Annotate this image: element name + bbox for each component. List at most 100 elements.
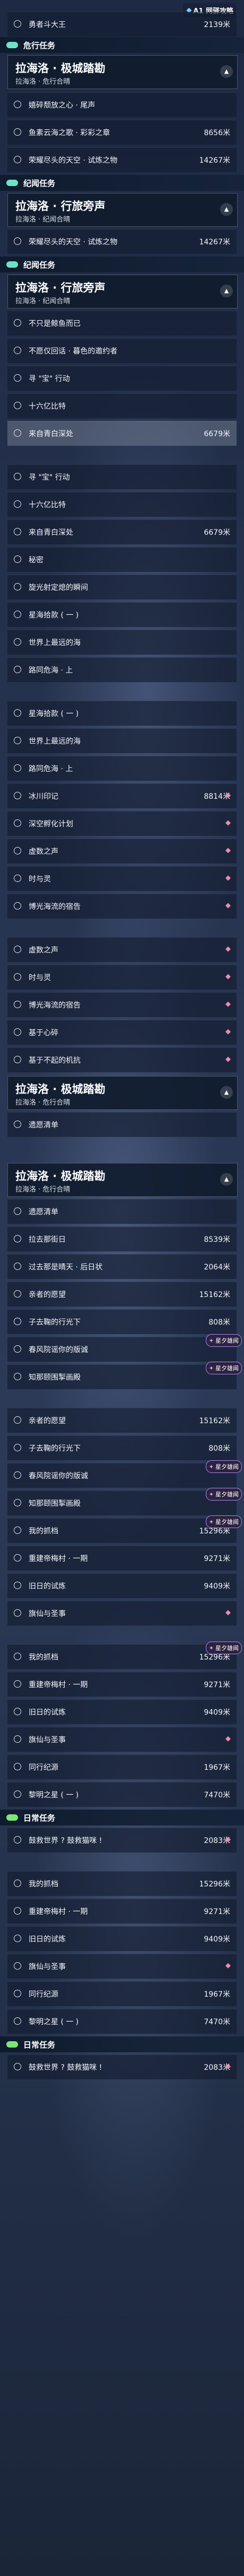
quest-row[interactable]: 旧日的试炼 9409米 — [7, 1699, 237, 1724]
quest-status-circle-icon — [14, 875, 21, 882]
quest-row[interactable]: 同行纪源 1967米 — [7, 1981, 237, 2006]
quest-row[interactable]: 旗仙与圣事 ◆ — [7, 1601, 237, 1626]
quest-row[interactable]: 鱼素云海之歌 · 彩彩之章 8656米 — [7, 120, 237, 145]
quest-row[interactable]: 春风院谣你的版诚 ✦ 星夕雄闻 — [7, 1460, 242, 1488]
quest-name: 旗仙与圣事 — [29, 1963, 66, 1971]
quest-status-circle-icon — [14, 1121, 21, 1128]
event-badge-text: 星夕雄闻 — [215, 1519, 239, 1525]
quest-row[interactable]: 虚数之声 ◆ — [7, 937, 237, 962]
quest-group-header[interactable]: 拉海洛 · 行旅旁声 拉海洛 · 纪闻合晴 ▲ — [7, 193, 238, 227]
quest-name: 过去那是晴天 · 后日状 — [29, 1263, 103, 1272]
quest-status-circle-icon — [14, 1790, 21, 1798]
quest-status-circle-icon — [14, 1416, 21, 1424]
quest-row[interactable]: 寻 "宝" 行动 — [7, 366, 237, 391]
quest-status-circle-icon — [14, 1609, 21, 1617]
quest-row[interactable]: 子去鞠的行光下 808米 — [7, 1309, 237, 1334]
quest-row[interactable]: 重建帝梅村 · 一期 9271米 — [7, 1899, 237, 1924]
quest-row[interactable]: 来自青白深处 6679米 — [7, 421, 237, 446]
quest-distance: 2139米 — [204, 21, 230, 29]
quest-row[interactable]: 星海拾款 ( 一 ) — [7, 701, 237, 726]
quest-row[interactable]: 亲者的愿望 15162米 — [7, 1282, 237, 1307]
quest-row[interactable]: 博光海流的宿告 ◆ — [7, 992, 237, 1017]
quest-status-circle-icon — [14, 1836, 21, 1843]
quest-row[interactable]: 我的抓档 15296米 ✦ 星夕雄闻 — [7, 1515, 242, 1543]
quest-row[interactable]: 同行纪源 1967米 — [7, 1754, 237, 1779]
quest-status-circle-icon — [14, 847, 21, 854]
quest-row[interactable]: 黎明之星 ( 一 ) 7470米 — [7, 1782, 237, 1807]
quest-status-circle-icon — [14, 1028, 21, 1036]
chevron-up-icon[interactable]: ▲ — [220, 65, 233, 78]
quest-group-header[interactable]: 拉海洛 · 行旅旁声 拉海洛 · 纪闻合晴 ▲ — [7, 275, 238, 308]
quest-row[interactable]: 勇者斗大王 2139米 — [7, 12, 237, 37]
quest-row[interactable]: 基于不起的机抗 ◆ — [7, 1047, 237, 1072]
quest-row[interactable]: 重建帝梅村 · 一期 9271米 — [7, 1546, 237, 1571]
quest-status-circle-icon — [14, 1763, 21, 1770]
chevron-up-icon[interactable]: ▲ — [220, 285, 233, 297]
quest-row[interactable]: 路同危海 · 上 — [7, 657, 237, 682]
quest-row[interactable]: 黎明之星 ( 一 ) 7470米 — [7, 2009, 237, 2034]
quest-name: 亲者的愿望 — [29, 1417, 66, 1425]
quest-row[interactable]: 不愿仅回话 · 暮色的邀约者 — [7, 338, 237, 363]
quest-row[interactable]: 不只是鲸鱼而已 — [7, 311, 237, 336]
map-marker-icon: ◆ — [225, 1962, 231, 1970]
quest-row[interactable]: 鼓救世界 ? 鼓救猫咪 ! 2083米 ◆ — [7, 1828, 237, 1852]
chevron-up-icon[interactable]: ▲ — [220, 203, 233, 216]
quest-row[interactable]: 星海拾款 ( 一 ) — [7, 602, 237, 627]
chevron-up-icon[interactable]: ▲ — [220, 1173, 233, 1186]
quest-distance: 9271米 — [204, 1908, 230, 1916]
quest-group-header[interactable]: 拉海洛 · 极城踏勘 拉海洛 · 危行合晴 ▲ — [7, 1076, 238, 1110]
quest-distance: 6679米 — [204, 430, 230, 438]
quest-row[interactable]: 冰川印记 8814米 ◆ — [7, 783, 237, 808]
quest-row[interactable]: 寻 "宝" 行动 — [7, 464, 237, 489]
quest-group-header[interactable]: 拉海洛 · 极城踏勘 拉海洛 · 危行合晴 ▲ — [7, 55, 238, 89]
quest-row[interactable]: 博光海流的宿告 ◆ — [7, 894, 237, 919]
quest-row[interactable]: 深空孵化计划 ◆ — [7, 811, 237, 836]
quest-row[interactable]: 鼓救世界 ? 鼓救猫咪 ! 2083米 ◆ — [7, 2054, 237, 2079]
quest-row[interactable]: 时与灵 ◆ — [7, 866, 237, 891]
quest-row[interactable]: 重建帝梅村 · 一期 9271米 — [7, 1672, 237, 1697]
quest-row[interactable]: 旗仙与圣事 ◆ — [7, 1727, 237, 1752]
quest-row[interactable]: 遗愿清单 — [7, 1112, 237, 1137]
quest-row[interactable]: 荣耀尽头的天空 · 试炼之物 14267米 — [7, 147, 237, 172]
group-title: 拉海洛 · 极城踏勘 — [15, 1083, 106, 1096]
quest-status-circle-icon — [14, 1527, 21, 1534]
quest-row[interactable]: 亲者的愿望 15162米 — [7, 1408, 237, 1433]
section-title: 日常任务 — [23, 1813, 56, 1823]
quest-row[interactable]: 路同危海 · 上 — [7, 756, 237, 781]
quest-row[interactable]: 子去鞠的行光下 808米 — [7, 1435, 237, 1460]
quest-row[interactable]: 世界上最远的海 — [7, 630, 237, 655]
section-title: 纪闻任务 — [23, 260, 56, 270]
quest-row[interactable]: 春风院谣你的版诚 ✦ 星夕雄闻 — [7, 1334, 242, 1362]
quest-row[interactable]: 我的抓档 15296米 — [7, 1871, 237, 1896]
quest-row[interactable]: 拉去那街日 8539米 — [7, 1227, 237, 1251]
quest-list-screen: ◆ A1 网驿攻略 勇者斗大王 2139米 危行任务 拉海洛 · 极城踏勘 拉海洛 · … — [0, 0, 244, 2576]
quest-status-circle-icon — [14, 528, 21, 535]
quest-status-circle-icon — [14, 1708, 21, 1715]
quest-row[interactable]: 嬉碎颓放之心 · 尾声 — [7, 92, 237, 117]
quest-name: 冰川印记 — [29, 792, 58, 801]
quest-row[interactable]: 十六亿比特 — [7, 492, 237, 517]
quest-row[interactable]: 世界上最远的海 — [7, 728, 237, 753]
quest-row[interactable]: 旋光射定熄的瞬间 — [7, 575, 237, 599]
quest-row[interactable]: 旗仙与圣事 ◆ — [7, 1954, 237, 1979]
quest-row[interactable]: 荣耀尽头的天空 · 试炼之物 14267米 — [7, 229, 237, 254]
quest-name: 遗愿清单 — [29, 1121, 58, 1130]
quest-row[interactable]: 虚数之声 ◆ — [7, 839, 237, 863]
quest-row[interactable]: 旧日的试炼 9409米 — [7, 1573, 237, 1598]
quest-group-header[interactable]: 拉海洛 · 极城踏勘 拉海洛 · 危行合晴 ▲ — [7, 1163, 238, 1197]
quest-row[interactable]: 基于心碎 ◆ — [7, 1020, 237, 1045]
quest-row[interactable]: 过去那是晴天 · 后日状 2064米 — [7, 1254, 237, 1279]
quest-row[interactable]: 秘密 — [7, 547, 237, 572]
quest-row[interactable]: 旧日的试炼 9409米 — [7, 1926, 237, 1951]
quest-row[interactable]: 知那颐围掣画殿 ✦ 星夕雄闻 — [7, 1362, 242, 1389]
quest-row[interactable]: 遗愿清单 — [7, 1199, 237, 1224]
quest-row[interactable]: 来自青白深处 6679米 — [7, 519, 237, 544]
quest-row[interactable]: 十六亿比特 — [7, 393, 237, 418]
section-icon — [6, 1814, 18, 1821]
quest-row[interactable]: 知那颐围掣画殿 ✦ 星夕雄闻 — [7, 1488, 242, 1515]
chevron-up-icon[interactable]: ▲ — [220, 1086, 233, 1099]
quest-row[interactable]: 我的抓档 15296米 ✦ 星夕雄闻 — [7, 1642, 242, 1669]
map-marker-icon: ◆ — [225, 1836, 231, 1843]
quest-row[interactable]: 时与灵 ◆ — [7, 965, 237, 990]
quest-name: 世界上最远的海 — [29, 737, 81, 746]
